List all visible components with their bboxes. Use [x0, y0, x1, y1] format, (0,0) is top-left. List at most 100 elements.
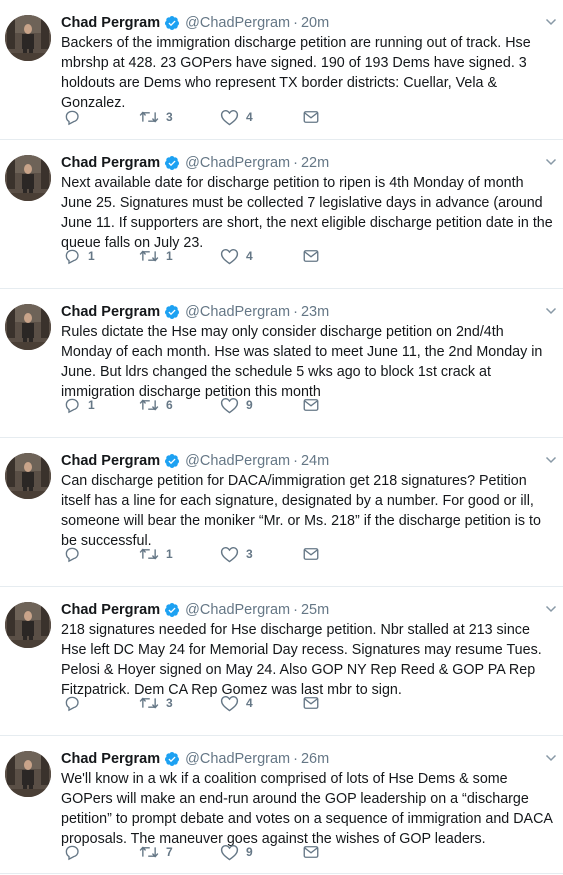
tweet-content: Chad Pergram @ChadPergram · 23m Rules di…: [61, 302, 559, 402]
tweet-text: We'll know in a wk if a coalition compri…: [61, 771, 553, 847]
retweet-button[interactable]: 1: [139, 544, 173, 564]
separator-dot: ·: [293, 304, 298, 320]
retweet-button[interactable]: 7: [139, 842, 173, 862]
chevron-down-icon[interactable]: [545, 155, 557, 167]
retweet-button[interactable]: 6: [139, 395, 173, 415]
retweet-icon: [139, 247, 159, 265]
avatar[interactable]: [5, 15, 51, 61]
tweet[interactable]: Chad Pergram @ChadPergram · 22m Next ava…: [0, 140, 563, 289]
direct-message-button[interactable]: [302, 693, 320, 713]
verified-badge-icon: [164, 155, 180, 171]
tweet-header: Chad Pergram @ChadPergram · 20m: [61, 13, 559, 33]
author-name[interactable]: Chad Pergram: [61, 751, 160, 767]
direct-message-button[interactable]: [302, 544, 320, 564]
like-button[interactable]: 4: [220, 107, 253, 127]
like-count: 4: [246, 110, 253, 124]
chevron-down-icon[interactable]: [545, 15, 557, 27]
timestamp[interactable]: 26m: [301, 751, 329, 767]
author-name[interactable]: Chad Pergram: [61, 15, 160, 31]
like-button[interactable]: 3: [220, 544, 253, 564]
tweet[interactable]: Chad Pergram @ChadPergram · 26m We'll kn…: [0, 736, 563, 874]
heart-icon: [220, 396, 239, 414]
verified-badge-icon: [164, 751, 180, 767]
retweet-icon: [139, 545, 159, 563]
author-name[interactable]: Chad Pergram: [61, 453, 160, 469]
verified-badge-icon: [164, 304, 180, 320]
author-handle[interactable]: @ChadPergram: [185, 453, 290, 469]
reply-icon: [63, 247, 81, 265]
retweet-button[interactable]: 3: [139, 107, 173, 127]
author-name[interactable]: Chad Pergram: [61, 602, 160, 618]
author-handle[interactable]: @ChadPergram: [185, 751, 290, 767]
like-count: 4: [246, 696, 253, 710]
tweet-header: Chad Pergram @ChadPergram · 22m: [61, 153, 559, 173]
tweet-text: Rules dictate the Hse may only consider …: [61, 324, 543, 400]
author-name[interactable]: Chad Pergram: [61, 304, 160, 320]
separator-dot: ·: [293, 602, 298, 618]
avatar[interactable]: [5, 304, 51, 350]
tweet-text: Next available date for discharge petiti…: [61, 175, 553, 251]
chevron-down-icon[interactable]: [545, 304, 557, 316]
reply-button[interactable]: [63, 107, 88, 127]
timestamp[interactable]: 22m: [301, 155, 329, 171]
timestamp[interactable]: 20m: [301, 15, 329, 31]
like-button[interactable]: 9: [220, 395, 253, 415]
timestamp[interactable]: 23m: [301, 304, 329, 320]
tweet-text: Backers of the immigration discharge pet…: [61, 35, 531, 111]
like-button[interactable]: 9: [220, 842, 253, 862]
reply-button[interactable]: 1: [63, 395, 95, 415]
direct-message-button[interactable]: [302, 246, 320, 266]
direct-message-button[interactable]: [302, 395, 320, 415]
tweet[interactable]: Chad Pergram @ChadPergram · 23m Rules di…: [0, 289, 563, 438]
timestamp[interactable]: 24m: [301, 453, 329, 469]
like-button[interactable]: 4: [220, 246, 253, 266]
author-handle[interactable]: @ChadPergram: [185, 304, 290, 320]
reply-icon: [63, 694, 81, 712]
like-count: 9: [246, 845, 253, 859]
reply-icon: [63, 843, 81, 861]
author-name[interactable]: Chad Pergram: [61, 155, 160, 171]
retweet-icon: [139, 843, 159, 861]
retweet-icon: [139, 694, 159, 712]
reply-button[interactable]: [63, 544, 88, 564]
separator-dot: ·: [293, 751, 298, 767]
reply-icon: [63, 108, 81, 126]
retweet-button[interactable]: 1: [139, 246, 173, 266]
avatar[interactable]: [5, 602, 51, 648]
author-handle[interactable]: @ChadPergram: [185, 602, 290, 618]
timestamp[interactable]: 25m: [301, 602, 329, 618]
chevron-down-icon[interactable]: [545, 453, 557, 465]
envelope-icon: [302, 108, 320, 126]
tweet[interactable]: Chad Pergram @ChadPergram · 25m 218 sign…: [0, 587, 563, 736]
chevron-down-icon[interactable]: [545, 751, 557, 763]
retweet-button[interactable]: 3: [139, 693, 173, 713]
direct-message-button[interactable]: [302, 842, 320, 862]
tweet-text: Can discharge petition for DACA/immigrat…: [61, 473, 541, 549]
separator-dot: ·: [293, 155, 298, 171]
author-handle[interactable]: @ChadPergram: [185, 155, 290, 171]
avatar[interactable]: [5, 453, 51, 499]
tweet-text: 218 signatures needed for Hse discharge …: [61, 622, 542, 698]
reply-icon: [63, 545, 81, 563]
reply-button[interactable]: [63, 842, 88, 862]
reply-button[interactable]: [63, 693, 88, 713]
avatar[interactable]: [5, 751, 51, 797]
like-button[interactable]: 4: [220, 693, 253, 713]
envelope-icon: [302, 694, 320, 712]
reply-count: 1: [88, 398, 95, 412]
tweet[interactable]: Chad Pergram @ChadPergram · 24m Can disc…: [0, 438, 563, 587]
retweet-count: 3: [166, 696, 173, 710]
envelope-icon: [302, 545, 320, 563]
retweet-count: 3: [166, 110, 173, 124]
avatar[interactable]: [5, 155, 51, 201]
retweet-count: 1: [166, 249, 173, 263]
direct-message-button[interactable]: [302, 107, 320, 127]
tweet-content: Chad Pergram @ChadPergram · 22m Next ava…: [61, 153, 559, 253]
heart-icon: [220, 694, 239, 712]
verified-badge-icon: [164, 15, 180, 31]
author-handle[interactable]: @ChadPergram: [185, 15, 290, 31]
reply-button[interactable]: 1: [63, 246, 95, 266]
reply-count: 1: [88, 249, 95, 263]
chevron-down-icon[interactable]: [545, 602, 557, 614]
tweet[interactable]: Chad Pergram @ChadPergram · 20m Backers …: [0, 0, 563, 140]
